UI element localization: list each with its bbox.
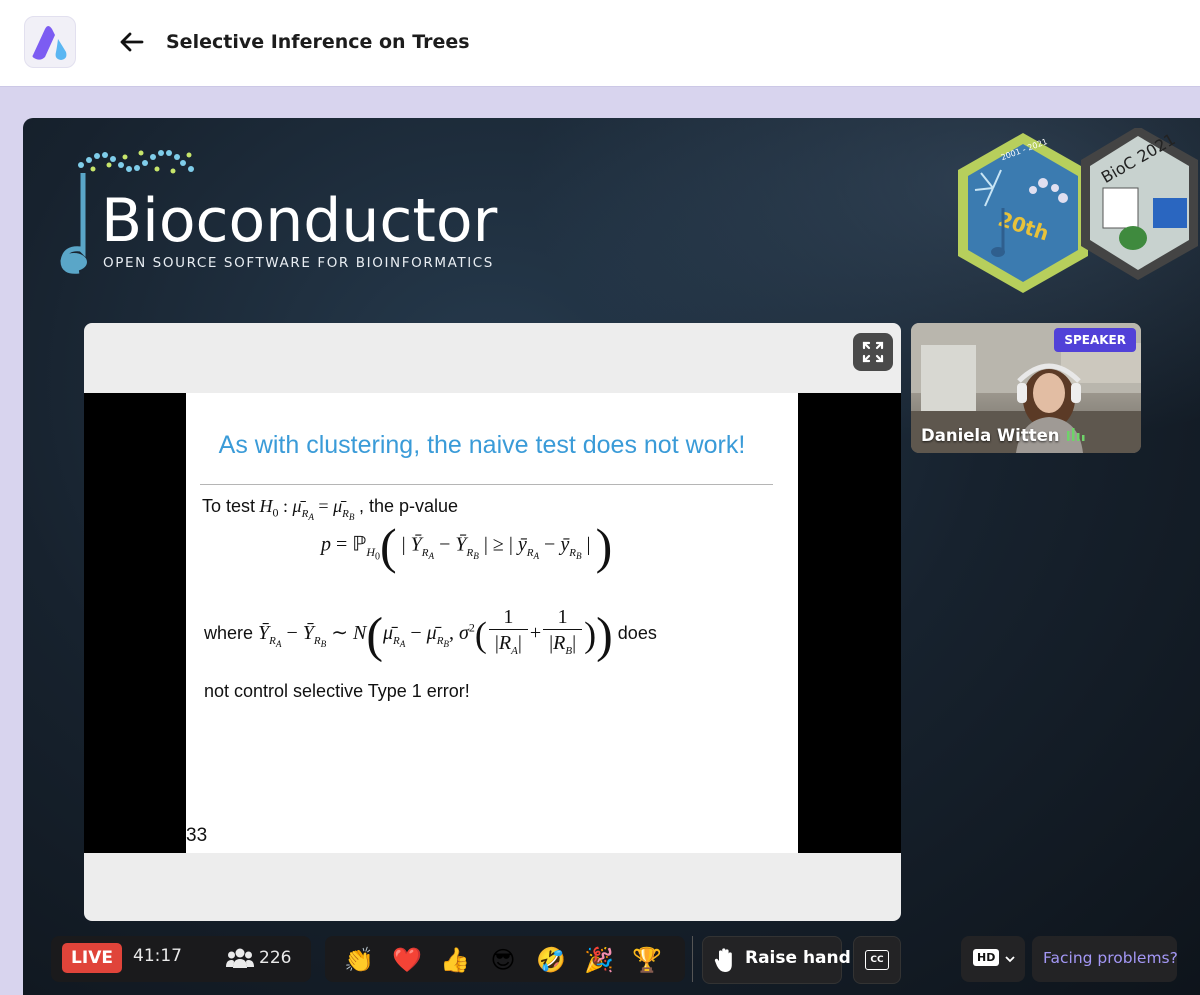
controls-divider — [692, 936, 693, 982]
slide-heading: As with clustering, the naive test does … — [218, 431, 746, 459]
party-popper-icon[interactable]: 🎉 — [581, 942, 617, 978]
audio-level-icon — [1067, 428, 1085, 441]
slide-line-1: To test H0 : μ̄RA = μ̄RB , the p-value — [202, 496, 459, 522]
thumbs-up-icon[interactable]: 👍 — [437, 942, 473, 978]
drops-logo-icon — [32, 26, 67, 60]
heart-icon[interactable]: ❤️ — [389, 942, 425, 978]
event-stage: Bioconductor OPEN SOURCE SOFTWARE FOR BI… — [23, 118, 1200, 995]
chevron-down-icon — [1005, 956, 1015, 963]
bioconductor-wordmark: Bioconductor — [101, 186, 498, 256]
slide-line-4: not control selective Type 1 error! — [204, 681, 470, 701]
captions-button[interactable]: CC — [853, 936, 901, 984]
p-value-formula: p = ℙH0( | ȲRA − ȲRB | ≥ | ȳRA − ȳRB | ) — [321, 518, 613, 574]
speaker-badge: SPEAKER — [1054, 328, 1136, 352]
clap-icon[interactable]: 👏 — [341, 942, 377, 978]
facing-problems-label: Facing problems? — [1043, 949, 1178, 967]
raise-hand-label: Raise hand — [745, 948, 851, 968]
speaker-name: Daniela Witten — [921, 426, 1085, 445]
viewer-count: 226 — [259, 948, 292, 968]
cc-icon: CC — [865, 950, 889, 970]
raise-hand-icon — [714, 948, 732, 972]
app-logo[interactable] — [24, 16, 76, 68]
arrow-left-icon — [120, 32, 144, 52]
trophy-icon[interactable]: 🏆 — [629, 942, 665, 978]
presentation-slide: As with clustering, the naive test does … — [84, 323, 901, 921]
live-badge: LIVE — [62, 943, 122, 973]
fullscreen-button[interactable] — [853, 333, 893, 371]
elapsed-time: 41:17 — [133, 946, 182, 966]
hd-badge: HD — [973, 949, 1000, 966]
hex-stickers: 20th 2001 - 2021 BioC 2021 — [958, 128, 1198, 293]
distribution-formula: where ȲRA − ȲRB ∼ N(μ̄RA − μ̄RB, σ2(1 |RA… — [204, 606, 657, 663]
cool-face-icon[interactable]: 😎 — [485, 942, 521, 978]
back-button[interactable] — [112, 26, 148, 58]
slide-page-number: 33 — [186, 825, 208, 846]
laughing-face-icon[interactable]: 🤣 — [533, 942, 569, 978]
bioconductor-tagline: OPEN SOURCE SOFTWARE FOR BIOINFORMATICS — [103, 255, 494, 271]
fullscreen-expand-icon — [862, 341, 884, 363]
viewers-icon — [226, 948, 254, 968]
slide-page: As with clustering, the naive test does … — [186, 393, 798, 853]
page-title: Selective Inference on Trees — [166, 31, 470, 53]
speaker-video-tile[interactable]: SPEAKER Daniela Witten — [911, 323, 1141, 453]
slide-divider — [200, 484, 773, 485]
top-bar: Selective Inference on Trees — [0, 0, 1200, 87]
quality-selector[interactable]: HD — [961, 936, 1025, 982]
